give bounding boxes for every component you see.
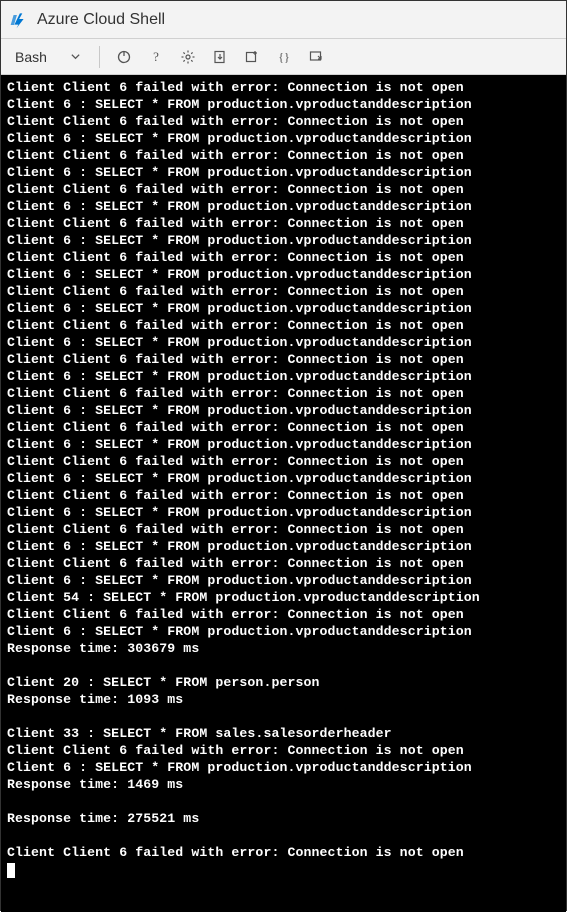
help-button[interactable]: ? <box>142 43 170 71</box>
terminal-line: Client 6 : SELECT * FROM production.vpro… <box>7 334 560 351</box>
terminal-line: Client 6 : SELECT * FROM production.vpro… <box>7 623 560 640</box>
terminal-line: Client Client 6 failed with error: Conne… <box>7 742 560 759</box>
terminal-line: Client Client 6 failed with error: Conne… <box>7 555 560 572</box>
terminal-line: Client 6 : SELECT * FROM production.vpro… <box>7 96 560 113</box>
terminal-line <box>7 827 560 844</box>
terminal-line: Client 33 : SELECT * FROM sales.salesord… <box>7 725 560 742</box>
toolbar: Bash ? {} <box>1 39 566 75</box>
terminal-line: Client 6 : SELECT * FROM production.vpro… <box>7 759 560 776</box>
terminal-line: Response time: 275521 ms <box>7 810 560 827</box>
terminal-cursor <box>7 863 15 878</box>
chevron-down-icon <box>70 49 81 65</box>
terminal-line: Client 6 : SELECT * FROM production.vpro… <box>7 436 560 453</box>
terminal-line <box>7 657 560 674</box>
terminal-line: Client 6 : SELECT * FROM production.vpro… <box>7 130 560 147</box>
terminal-line: Client 6 : SELECT * FROM production.vpro… <box>7 402 560 419</box>
terminal-line: Client 6 : SELECT * FROM production.vpro… <box>7 572 560 589</box>
terminal-line: Client 6 : SELECT * FROM production.vpro… <box>7 300 560 317</box>
terminal-line: Client 54 : SELECT * FROM production.vpr… <box>7 589 560 606</box>
terminal-line: Client Client 6 failed with error: Conne… <box>7 453 560 470</box>
terminal-line: Client Client 6 failed with error: Conne… <box>7 351 560 368</box>
restart-button[interactable] <box>110 43 138 71</box>
terminal-line: Client 6 : SELECT * FROM production.vpro… <box>7 538 560 555</box>
toolbar-separator <box>99 46 100 68</box>
editor-button[interactable]: {} <box>270 43 298 71</box>
terminal-line: Client Client 6 failed with error: Conne… <box>7 606 560 623</box>
terminal-line: Client Client 6 failed with error: Conne… <box>7 487 560 504</box>
terminal-line: Client 6 : SELECT * FROM production.vpro… <box>7 164 560 181</box>
shell-selector[interactable]: Bash <box>7 45 89 69</box>
terminal-line: Client Client 6 failed with error: Conne… <box>7 147 560 164</box>
terminal-line: Client Client 6 failed with error: Conne… <box>7 79 560 96</box>
terminal-line: Response time: 1469 ms <box>7 776 560 793</box>
terminal-line: Client Client 6 failed with error: Conne… <box>7 385 560 402</box>
terminal-line: Response time: 1093 ms <box>7 691 560 708</box>
terminal-line: Client Client 6 failed with error: Conne… <box>7 113 560 130</box>
terminal-output[interactable]: Client Client 6 failed with error: Conne… <box>1 75 566 912</box>
shell-selector-label: Bash <box>15 49 47 65</box>
terminal-line: Client 6 : SELECT * FROM production.vpro… <box>7 266 560 283</box>
terminal-line: Client Client 6 failed with error: Conne… <box>7 419 560 436</box>
window-title: Azure Cloud Shell <box>37 11 165 29</box>
svg-text:{}: {} <box>278 50 290 64</box>
terminal-line: Client 20 : SELECT * FROM person.person <box>7 674 560 691</box>
terminal-line: Client Client 6 failed with error: Conne… <box>7 521 560 538</box>
terminal-line <box>7 708 560 725</box>
terminal-line: Client Client 6 failed with error: Conne… <box>7 317 560 334</box>
upload-download-button[interactable] <box>206 43 234 71</box>
terminal-line: Client Client 6 failed with error: Conne… <box>7 283 560 300</box>
terminal-line: Client 6 : SELECT * FROM production.vpro… <box>7 368 560 385</box>
terminal-line <box>7 793 560 810</box>
terminal-line: Client 6 : SELECT * FROM production.vpro… <box>7 232 560 249</box>
web-preview-button[interactable] <box>302 43 330 71</box>
terminal-line: Response time: 303679 ms <box>7 640 560 657</box>
terminal-line: Client 6 : SELECT * FROM production.vpro… <box>7 504 560 521</box>
terminal-line: Client Client 6 failed with error: Conne… <box>7 181 560 198</box>
terminal-line: Client 6 : SELECT * FROM production.vpro… <box>7 470 560 487</box>
azure-logo-icon <box>9 10 29 30</box>
titlebar: Azure Cloud Shell <box>1 1 566 39</box>
svg-text:?: ? <box>153 49 159 64</box>
settings-button[interactable] <box>174 43 202 71</box>
terminal-line: Client 6 : SELECT * FROM production.vpro… <box>7 198 560 215</box>
terminal-line: Client Client 6 failed with error: Conne… <box>7 249 560 266</box>
terminal-line: Client Client 6 failed with error: Conne… <box>7 844 560 861</box>
terminal-line: Client Client 6 failed with error: Conne… <box>7 215 560 232</box>
new-session-button[interactable] <box>238 43 266 71</box>
